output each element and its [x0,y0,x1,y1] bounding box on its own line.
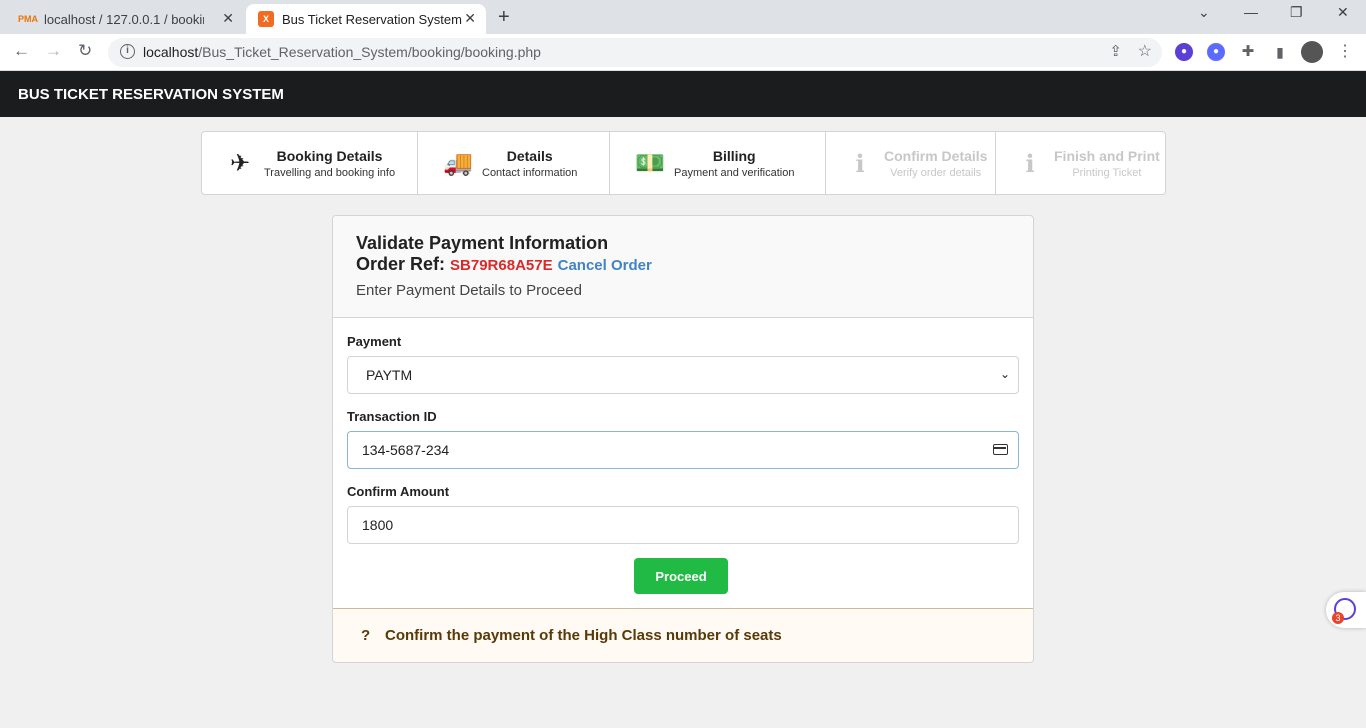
phpmyadmin-icon: PMA [18,14,38,24]
confirm-amount-input[interactable]: 1800 [347,506,1019,544]
extension-icon[interactable]: ● [1207,43,1225,61]
card-title: Validate Payment Information [356,233,609,253]
step-description: Contact information [482,166,578,179]
order-ref-label: Order Ref: [356,254,446,274]
step-booking-details[interactable]: ✈ Booking Details Travelling and booking… [202,132,418,194]
share-icon[interactable]: ⇪ [1109,42,1122,60]
extension-chatbot-icon[interactable]: ● [1175,43,1193,61]
menu-kebab-icon[interactable]: ⋮ [1336,43,1354,61]
xampp-icon: X [258,11,274,27]
step-title: Confirm Details [884,147,988,164]
proceed-button[interactable]: Proceed [634,558,728,594]
extensions-puzzle-icon[interactable]: ✚ [1239,43,1257,61]
close-tab-icon[interactable]: ✕ [464,10,476,27]
truck-icon: 🚚 [443,149,473,177]
site-info-icon[interactable]: i [120,44,135,59]
step-description: Travelling and booking info [264,166,396,179]
transaction-id-label: Transaction ID [347,409,437,424]
confirm-amount-label: Confirm Amount [347,484,450,499]
payment-label: Payment [347,334,402,349]
order-ref-value: SB79R68A57E [450,257,553,274]
step-title: Booking Details [276,147,383,164]
card-header: Validate Payment Information Order Ref: … [333,216,1033,318]
browser-tab-phpmyadmin[interactable]: PMA localhost / 127.0.0.1 / booking_db ✕ [8,4,244,34]
question-icon: ? [361,627,371,644]
restore-icon[interactable]: ❐ [1290,4,1303,21]
credit-card-icon [993,444,1008,455]
close-tab-icon[interactable]: ✕ [222,10,234,27]
tab-title: localhost / 127.0.0.1 / booking_db [44,11,204,27]
notification-badge: 3 [1332,612,1344,624]
step-confirm-details[interactable]: i Confirm Details Verify order details [826,132,996,194]
address-bar[interactable]: i localhost/Bus_Ticket_Reservation_Syste… [108,38,1162,67]
new-tab-icon[interactable]: + [498,6,510,29]
back-icon[interactable]: ← [13,41,30,61]
step-title: Finish and Print [1054,147,1160,164]
tab-title: Bus Ticket Reservation System [282,11,462,27]
step-details[interactable]: 🚚 Details Contact information [418,132,610,194]
transaction-id-input[interactable]: 134-5687-234 [347,431,1019,469]
chatbot-widget[interactable]: 3 [1326,592,1366,628]
side-panel-icon[interactable]: ▮ [1271,43,1289,61]
payment-select[interactable]: PAYTM ⌄ [347,356,1019,394]
info-icon: i [1025,148,1035,178]
profile-avatar[interactable] [1301,41,1323,63]
minimize-icon[interactable]: — [1244,4,1258,20]
browser-toolbar: ← → ↻ i localhost/Bus_Ticket_Reservation… [0,34,1366,71]
step-billing[interactable]: 💵 Billing Payment and verification [610,132,826,194]
site-header: BUS TICKET RESERVATION SYSTEM [0,71,1366,117]
step-title: Details [506,147,553,164]
step-description: Verify order details [890,166,982,179]
info-message: ? Confirm the payment of the High Class … [333,608,1033,662]
close-window-icon[interactable]: ✕ [1337,4,1349,21]
brand-title[interactable]: BUS TICKET RESERVATION SYSTEM [18,86,284,103]
url-text: localhost/Bus_Ticket_Reservation_System/… [143,44,541,60]
step-description: Payment and verification [674,166,795,179]
money-icon: 💵 [635,149,665,177]
payment-selected-value: PAYTM [366,367,413,383]
step-finish-print[interactable]: i Finish and Print Printing Ticket [996,132,1165,194]
transaction-id-value: 134-5687-234 [362,442,450,458]
step-title: Billing [712,147,756,164]
confirm-amount-value: 1800 [362,517,394,533]
browser-tabbar: PMA localhost / 127.0.0.1 / booking_db ✕… [0,0,1366,34]
info-icon: i [855,148,865,178]
card-subtitle: Enter Payment Details to Proceed [356,282,582,299]
reload-icon[interactable]: ↻ [78,41,92,61]
forward-icon[interactable]: → [45,41,62,61]
cancel-order-link[interactable]: Cancel Order [558,257,652,274]
message-text: Confirm the payment of the High Class nu… [385,627,782,644]
chevron-down-icon: ⌄ [999,367,1010,381]
order-ref-line: Order Ref: SB79R68A57E Cancel Order [356,254,652,275]
step-description: Printing Ticket [1072,166,1142,179]
plane-icon: ✈ [229,149,251,177]
payment-card: Validate Payment Information Order Ref: … [332,215,1034,663]
tab-search-icon[interactable]: ⌄ [1198,4,1210,21]
booking-steps: ✈ Booking Details Travelling and booking… [201,131,1166,195]
bookmark-star-icon[interactable]: ☆ [1138,41,1152,61]
browser-tab-bus-ticket[interactable]: X Bus Ticket Reservation System ✕ [246,4,486,34]
